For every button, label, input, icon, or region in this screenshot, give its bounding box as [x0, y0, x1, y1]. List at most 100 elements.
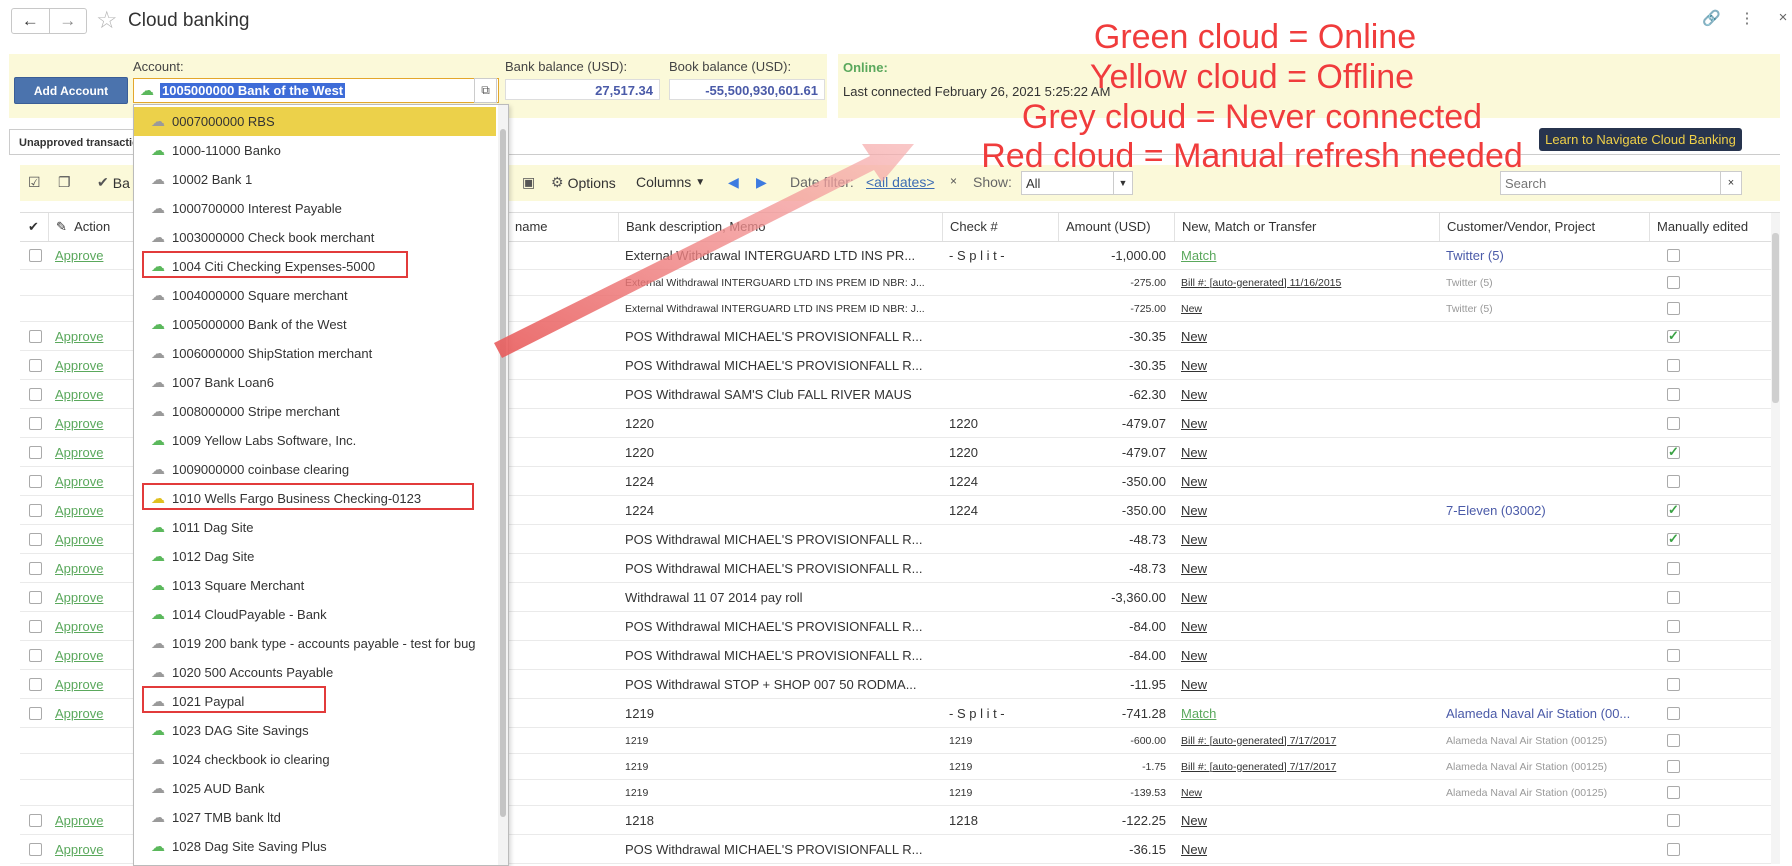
row-match-link[interactable]: New: [1174, 525, 1439, 553]
row-customer[interactable]: [1439, 554, 1649, 582]
back-button[interactable]: ←: [12, 9, 49, 33]
row-customer[interactable]: [1439, 380, 1649, 408]
row-match-link[interactable]: Match: [1174, 699, 1439, 727]
search-input[interactable]: [1501, 173, 1720, 193]
dropdown-item[interactable]: ☁ 1025 AUD Bank: [134, 774, 496, 803]
tab-unapproved-transactions[interactable]: Unapproved transactions: [9, 129, 139, 155]
row-match-link[interactable]: New: [1174, 351, 1439, 379]
row-customer[interactable]: Twitter (5): [1439, 270, 1649, 295]
link-icon[interactable]: 🔗: [1702, 9, 1721, 27]
star-icon[interactable]: ☆: [96, 6, 118, 35]
dropdown-item[interactable]: ☁ 1019 200 bank type - accounts payable -…: [134, 629, 496, 658]
row-customer[interactable]: Alameda Naval Air Station (00125): [1439, 754, 1649, 779]
more-icon[interactable]: ⋮: [1738, 9, 1756, 27]
manually-edited-checkbox[interactable]: [1649, 583, 1771, 611]
row-match-link[interactable]: New: [1174, 496, 1439, 524]
manually-edited-checkbox[interactable]: [1649, 296, 1771, 321]
row-match-link[interactable]: New: [1174, 583, 1439, 611]
row-match-link[interactable]: New: [1174, 670, 1439, 698]
row-checkbox[interactable]: [20, 351, 48, 379]
copy-icon[interactable]: ❐: [58, 174, 71, 191]
row-checkbox[interactable]: [20, 496, 48, 524]
dropdown-item[interactable]: ☁ 0007000000 RBS: [134, 107, 496, 136]
select-all-icon[interactable]: ✔: [20, 213, 48, 241]
row-match-link[interactable]: New: [1174, 641, 1439, 669]
row-match-link[interactable]: Match: [1174, 241, 1439, 269]
manually-edited-checkbox[interactable]: [1649, 806, 1771, 834]
row-customer[interactable]: 7-Eleven (03002): [1439, 496, 1649, 524]
dropdown-item[interactable]: ☁ 1008000000 Stripe merchant: [134, 397, 496, 426]
manually-edited-checkbox[interactable]: ✓: [1649, 438, 1771, 466]
row-checkbox[interactable]: [20, 380, 48, 408]
column-header-check[interactable]: Check #: [942, 213, 1058, 241]
manually-edited-checkbox[interactable]: [1649, 241, 1771, 269]
row-checkbox[interactable]: [20, 467, 48, 495]
add-account-button[interactable]: Add Account: [14, 77, 128, 104]
manually-edited-checkbox[interactable]: [1649, 380, 1771, 408]
row-match-link[interactable]: Bill #: [auto-generated] 7/17/2017: [1174, 728, 1439, 753]
row-match-link[interactable]: New: [1174, 554, 1439, 582]
dropdown-item[interactable]: ☁ 1027 TMB bank ltd: [134, 803, 496, 832]
dropdown-item[interactable]: ☁ 1000-11000 Banko: [134, 136, 496, 165]
clear-filter-icon[interactable]: ×: [950, 174, 957, 188]
row-customer[interactable]: Alameda Naval Air Station (00125): [1439, 728, 1649, 753]
dropdown-item[interactable]: ☁ 1005000000 Bank of the West: [134, 310, 496, 339]
dropdown-item[interactable]: ☁ 1011 Dag Site: [134, 513, 496, 542]
row-customer[interactable]: [1439, 612, 1649, 640]
row-match-link[interactable]: New: [1174, 296, 1439, 321]
manually-edited-checkbox[interactable]: [1649, 351, 1771, 379]
row-match-link[interactable]: New: [1174, 467, 1439, 495]
dropdown-item[interactable]: ☁ 1023 DAG Site Savings: [134, 716, 496, 745]
manually-edited-checkbox[interactable]: ✓: [1649, 496, 1771, 524]
row-checkbox[interactable]: [20, 835, 48, 863]
manually-edited-checkbox[interactable]: [1649, 409, 1771, 437]
row-customer[interactable]: [1439, 467, 1649, 495]
dropdown-item[interactable]: ☁ 1028 Dag Site Saving Plus: [134, 832, 496, 861]
dropdown-item[interactable]: ☁ 1013 Square Merchant: [134, 571, 496, 600]
open-account-button[interactable]: ⧉: [474, 78, 497, 103]
dropdown-item[interactable]: ☁ 1014 CloudPayable - Bank: [134, 600, 496, 629]
clear-search-icon[interactable]: ×: [1720, 172, 1741, 194]
dropdown-item[interactable]: ☁ 1000700000 Interest Payable: [134, 194, 496, 223]
row-checkbox[interactable]: [20, 554, 48, 582]
row-customer[interactable]: [1439, 835, 1649, 863]
row-customer[interactable]: [1439, 525, 1649, 553]
dropdown-item[interactable]: ☁ 1004000000 Square merchant: [134, 281, 496, 310]
table-scrollbar[interactable]: [1771, 213, 1780, 864]
batch-button[interactable]: ✔ Ba: [97, 174, 130, 191]
manually-edited-checkbox[interactable]: ✓: [1649, 525, 1771, 553]
row-match-link[interactable]: New: [1174, 380, 1439, 408]
column-header-match[interactable]: New, Match or Transfer: [1174, 213, 1439, 241]
row-checkbox[interactable]: [20, 806, 48, 834]
row-customer[interactable]: [1439, 641, 1649, 669]
row-checkbox[interactable]: [20, 322, 48, 350]
row-customer[interactable]: Alameda Naval Air Station (00...: [1439, 699, 1649, 727]
approve-selected-icon[interactable]: ☑: [28, 174, 41, 191]
dropdown-item[interactable]: ☁ 1003000000 Check book merchant: [134, 223, 496, 252]
manually-edited-checkbox[interactable]: [1649, 780, 1771, 805]
row-customer[interactable]: Twitter (5): [1439, 296, 1649, 321]
row-checkbox[interactable]: [20, 583, 48, 611]
manually-edited-checkbox[interactable]: [1649, 467, 1771, 495]
row-match-link[interactable]: New: [1174, 835, 1439, 863]
row-checkbox[interactable]: [20, 438, 48, 466]
column-header-amount[interactable]: Amount (USD): [1058, 213, 1174, 241]
dropdown-item[interactable]: ☁ 1012 Dag Site: [134, 542, 496, 571]
manually-edited-checkbox[interactable]: [1649, 612, 1771, 640]
row-checkbox[interactable]: [20, 525, 48, 553]
row-customer[interactable]: [1439, 351, 1649, 379]
row-match-link[interactable]: Bill #: [auto-generated] 11/16/2015: [1174, 270, 1439, 295]
manually-edited-checkbox[interactable]: [1649, 270, 1771, 295]
manually-edited-checkbox[interactable]: [1649, 699, 1771, 727]
dropdown-item[interactable]: ☁ 1009 Yellow Labs Software, Inc.: [134, 426, 496, 455]
row-checkbox[interactable]: [20, 670, 48, 698]
column-header-customer[interactable]: Customer/Vendor, Project: [1439, 213, 1649, 241]
row-customer[interactable]: Alameda Naval Air Station (00125): [1439, 780, 1649, 805]
manually-edited-checkbox[interactable]: [1649, 728, 1771, 753]
row-customer[interactable]: [1439, 583, 1649, 611]
row-customer[interactable]: [1439, 806, 1649, 834]
row-match-link[interactable]: New: [1174, 409, 1439, 437]
forward-button[interactable]: →: [48, 9, 87, 33]
dropdown-item[interactable]: ☁ 1024 checkbook io clearing: [134, 745, 496, 774]
dropdown-item[interactable]: ☁ 1020 500 Accounts Payable: [134, 658, 496, 687]
